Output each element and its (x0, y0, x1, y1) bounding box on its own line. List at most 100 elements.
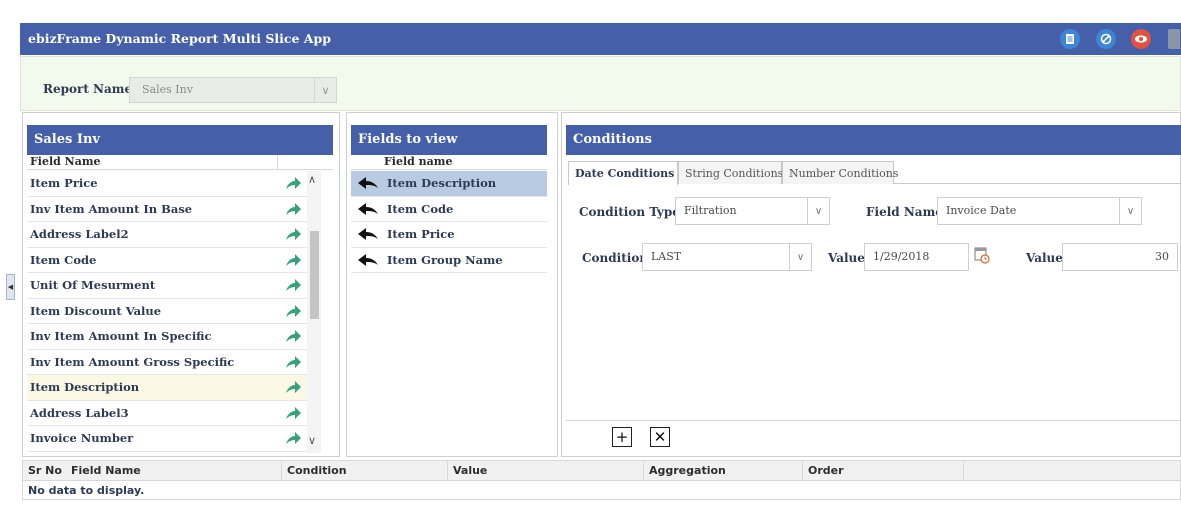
move-right-arrow-icon[interactable] (284, 353, 302, 371)
list-item[interactable]: Unit Of Mesurment (27, 273, 307, 299)
field-name-select[interactable]: Invoice Date ∨ (937, 197, 1142, 225)
field-label: Unit Of Mesurment (30, 278, 156, 292)
condition-select[interactable]: LAST ∨ (642, 243, 812, 271)
move-right-arrow-icon[interactable] (284, 429, 302, 447)
field-label: Item Code (387, 201, 454, 216)
calendar-clock-icon[interactable] (974, 246, 990, 264)
field-name-header-label: Field name (384, 155, 453, 168)
list-item[interactable]: Inv Item Amount Gross Specific (27, 350, 307, 375)
field-name-column-header: Field name (351, 155, 547, 170)
document-icon[interactable] (1060, 29, 1080, 49)
list-item[interactable]: Item Description (351, 171, 547, 197)
column-divider (963, 461, 964, 481)
condition-type-select[interactable]: Filtration ∨ (675, 197, 830, 225)
conditions-panel: Conditions Date Conditions String Condit… (561, 112, 1181, 457)
sales-inv-panel: Sales Inv Field Name Item Price Inv Item … (22, 112, 340, 457)
conditions-footer-divider (566, 420, 1181, 421)
scroll-up-icon[interactable]: ∧ (308, 173, 316, 186)
date-value: 1/29/2018 (873, 250, 930, 263)
move-left-arrow-icon[interactable] (357, 227, 379, 241)
scroll-down-icon[interactable]: ∨ (308, 434, 316, 447)
number-value: 30 (1155, 250, 1169, 263)
condition-type-value: Filtration (684, 204, 737, 217)
field-label: Item Code (30, 252, 97, 267)
field-name-header-label: Field Name (30, 155, 101, 168)
tab-date-conditions[interactable]: Date Conditions (568, 161, 678, 185)
list-item[interactable]: Invoice Number (27, 426, 307, 452)
field-label: Item Price (387, 227, 455, 241)
chevron-down-icon[interactable]: ∨ (314, 78, 336, 102)
list-item[interactable]: Item Code (27, 248, 307, 273)
chevron-down-icon[interactable]: ∨ (789, 244, 811, 270)
field-name-label: Field Name (866, 205, 943, 219)
value-label: Value (828, 251, 865, 265)
number-value-input[interactable]: 30 (1062, 243, 1178, 271)
date-value-input[interactable]: 1/29/2018 (864, 243, 969, 271)
field-label: Item Price (30, 176, 98, 190)
app-title: ebizFrame Dynamic Report Multi Slice App (28, 31, 331, 46)
field-name-column-header: Field Name (27, 155, 333, 170)
move-right-arrow-icon[interactable] (284, 251, 302, 269)
condition-type-label: Condition Type (579, 205, 680, 219)
report-name-label: Report Name (43, 82, 133, 96)
list-item[interactable]: Inv Item Amount In Base (27, 197, 307, 222)
fields-to-view-title: Fields to view (351, 125, 547, 155)
no-entry-icon[interactable] (1096, 29, 1116, 49)
move-left-arrow-icon[interactable] (357, 253, 379, 267)
column-value[interactable]: Value (453, 464, 487, 477)
tab-string-conditions[interactable]: String Conditions (678, 161, 783, 184)
move-left-arrow-icon[interactable] (357, 176, 379, 190)
list-item[interactable]: Item Code (351, 197, 547, 222)
field-label: Inv Item Amount In Specific (30, 329, 212, 343)
field-label: Item Description (387, 176, 497, 190)
list-item[interactable]: Item Discount Value (27, 299, 307, 324)
report-name-select[interactable]: Sales Inv ∨ (129, 77, 337, 103)
move-right-arrow-icon[interactable] (284, 302, 302, 320)
clipboard-icon[interactable] (1168, 29, 1180, 49)
field-label: Item Group Name (387, 252, 503, 267)
move-right-arrow-icon[interactable] (284, 404, 302, 422)
sales-inv-scrollbar[interactable]: ∧ ∨ (307, 171, 321, 453)
list-item[interactable]: Item Price (351, 222, 547, 248)
list-item[interactable]: Address Label3 (27, 401, 307, 426)
chevron-down-icon[interactable]: ∨ (1119, 198, 1141, 224)
column-divider (277, 155, 278, 170)
column-divider (643, 461, 644, 481)
column-divider (802, 461, 803, 481)
move-right-arrow-icon[interactable] (284, 276, 302, 294)
field-label: Item Discount Value (30, 303, 162, 318)
column-aggregation[interactable]: Aggregation (649, 464, 726, 477)
list-item[interactable]: Address Label2 (27, 222, 307, 248)
column-sr-no[interactable]: Sr No (28, 464, 62, 477)
move-right-arrow-icon[interactable] (284, 225, 302, 243)
conditions-tabs: Date Conditions String Conditions Number… (568, 161, 1181, 185)
list-item[interactable]: Item Description (27, 375, 307, 401)
field-name-value: Invoice Date (946, 204, 1017, 217)
field-label: Inv Item Amount In Base (30, 201, 193, 216)
remove-condition-button[interactable]: ✕ (650, 427, 670, 447)
column-condition[interactable]: Condition (287, 464, 347, 477)
list-item[interactable]: Inv Item Amount In Specific (27, 324, 307, 350)
chevron-down-icon[interactable]: ∨ (807, 198, 829, 224)
column-field-name[interactable]: Field Name (71, 464, 141, 477)
move-right-arrow-icon[interactable] (284, 327, 302, 345)
add-condition-button[interactable]: + (612, 427, 632, 447)
value2-label: Value (1026, 251, 1063, 265)
eye-icon[interactable] (1131, 29, 1151, 49)
collapse-panel-handle[interactable]: ◀ (6, 274, 15, 300)
move-left-arrow-icon[interactable] (357, 202, 379, 216)
tab-number-conditions[interactable]: Number Conditions (782, 161, 898, 184)
move-right-arrow-icon[interactable] (284, 200, 302, 218)
move-right-arrow-icon[interactable] (284, 174, 302, 192)
app-title-bar: ebizFrame Dynamic Report Multi Slice App (20, 23, 1181, 55)
sales-inv-title: Sales Inv (27, 125, 333, 155)
list-item[interactable]: Item Price (27, 171, 307, 197)
move-right-arrow-icon[interactable] (284, 378, 302, 396)
column-divider (447, 461, 448, 481)
condition-value: LAST (651, 250, 682, 263)
field-label: Address Label3 (30, 405, 129, 420)
column-order[interactable]: Order (808, 464, 844, 477)
selected-fields-grid: Sr No Field Name Condition Value Aggrega… (22, 460, 1181, 500)
list-item[interactable]: Item Group Name (351, 248, 547, 273)
scrollbar-thumb[interactable] (310, 231, 319, 319)
